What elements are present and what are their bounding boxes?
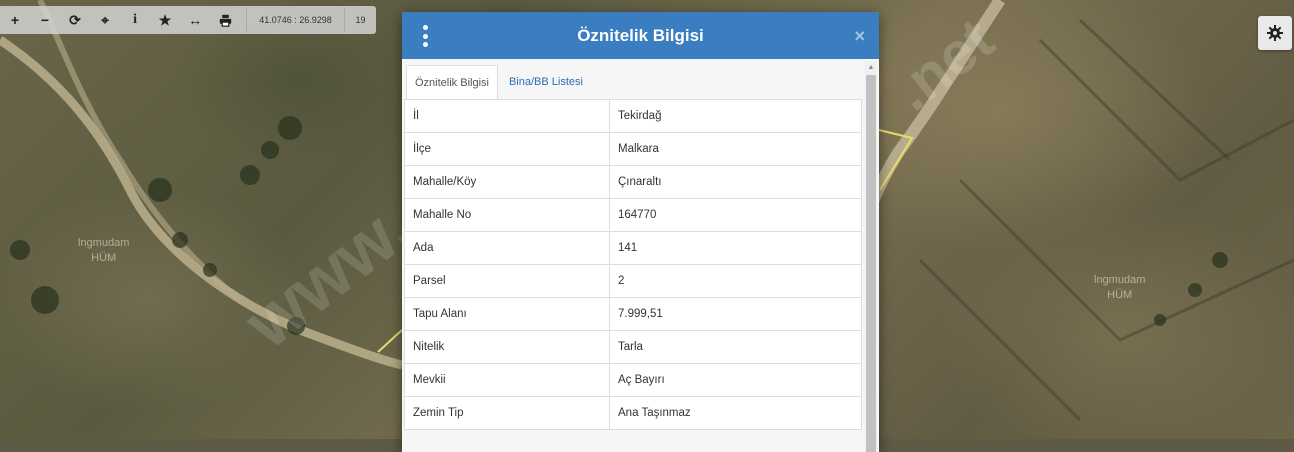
attribute-value: 7.999,51 [609,297,862,331]
dialog-body: Öznitelik Bilgisi Bina/BB Listesi İl Teki… [402,59,879,452]
table-row: Parsel 2 [404,264,862,298]
attribute-key: Nitelik [404,330,610,364]
tab-attribute-info[interactable]: Öznitelik Bilgisi [406,65,498,101]
scrollbar[interactable]: ▲ [865,61,877,452]
table-row: Mevkii Aç Bayırı [404,363,862,397]
table-row: Ada 141 [404,231,862,265]
measure-icon[interactable]: ↔ [180,6,210,34]
attribute-value: Malkara [609,132,862,166]
table-row: Nitelik Tarla [404,330,862,364]
dialog-title: Öznitelik Bilgisi [577,25,704,45]
attribute-value: 164770 [609,198,862,232]
map-place-label: lngmudam HÜM [1094,274,1146,301]
dialog-tabs: Öznitelik Bilgisi Bina/BB Listesi [406,65,591,101]
attribute-value: Çınaraltı [609,165,862,199]
table-row: Mahalle/Köy Çınaraltı [404,165,862,199]
attribute-key: Mevkii [404,363,610,397]
coordinates-readout: 41.0746 : 26.9298 [246,8,345,32]
attribute-value: Aç Bayırı [609,363,862,397]
attribute-key: İlçe [404,132,610,166]
attribute-value: Tarla [609,330,862,364]
table-row: Zemin Tip Ana Taşınmaz [404,396,862,430]
attribute-key: İl [404,99,610,133]
close-icon[interactable]: × [854,26,865,47]
crosshair-icon[interactable]: ⌖ [90,6,120,34]
zoom-in-icon[interactable]: + [0,6,30,34]
refresh-icon[interactable]: ⟳ [60,6,90,34]
dialog-header: Öznitelik Bilgisi × [402,12,879,59]
info-icon[interactable]: i [120,6,150,34]
scroll-thumb[interactable] [866,75,876,452]
star-icon[interactable]: ★ [150,6,180,34]
attribute-value: 2 [609,264,862,298]
attribute-key: Ada [404,231,610,265]
attribute-key: Tapu Alanı [404,297,610,331]
zoom-out-icon[interactable]: − [30,6,60,34]
table-row: Mahalle No 164770 [404,198,862,232]
scroll-up-icon[interactable]: ▲ [865,63,877,73]
map-place-label: lngmudam HÜM [78,237,130,264]
map-toolbar: + − ⟳ ⌖ i ★ ↔ 41.0746 : 26.9298 19 [0,6,376,34]
attribute-key: Zemin Tip [404,396,610,430]
table-row: Tapu Alanı 7.999,51 [404,297,862,331]
table-row: İl Tekirdağ [404,99,862,133]
attribute-key: Mahalle No [404,198,610,232]
attribute-table: İl Tekirdağ İlçe Malkara Mahalle/Köy Çınaralt… [404,99,862,430]
attribute-key: Mahalle/Köy [404,165,610,199]
attribute-info-dialog: Öznitelik Bilgisi × Öznitelik Bilgisi Bi… [402,12,879,452]
attribute-key: Parsel [404,264,610,298]
table-row: İlçe Malkara [404,132,862,166]
settings-button[interactable] [1258,16,1292,50]
print-icon[interactable] [210,6,240,34]
attribute-value: Tekirdağ [609,99,862,133]
attribute-value: 141 [609,231,862,265]
attribute-value: Ana Taşınmaz [609,396,862,430]
gear-icon [1267,25,1283,41]
zoom-level-readout: 19 [355,15,366,25]
tab-building-list[interactable]: Bina/BB Listesi [498,65,591,99]
